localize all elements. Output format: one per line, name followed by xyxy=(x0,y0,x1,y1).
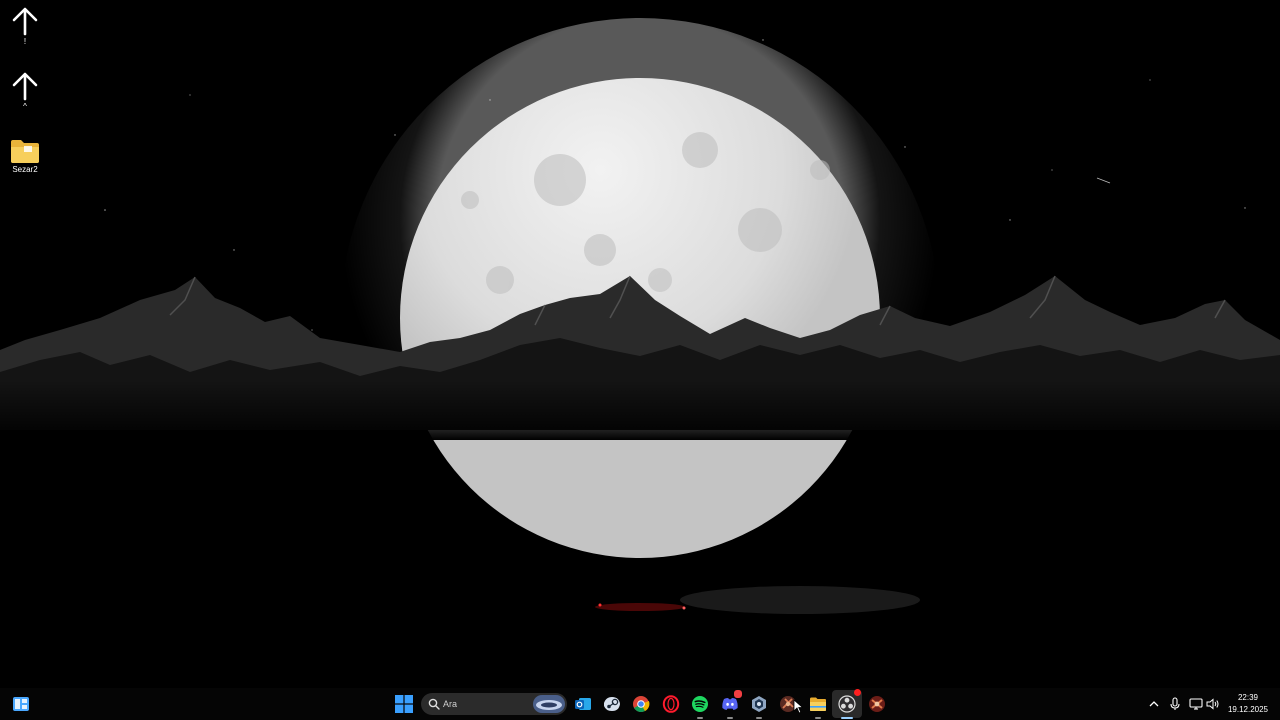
running-indicator xyxy=(756,717,762,719)
running-indicator xyxy=(697,717,703,719)
desktop-icon-label: Sezar2 xyxy=(12,165,38,174)
search-highlight-image[interactable] xyxy=(533,695,565,713)
outlook-icon xyxy=(575,698,591,710)
windows-logo-icon xyxy=(395,695,413,713)
start-button[interactable] xyxy=(392,692,416,716)
running-indicator xyxy=(815,717,821,719)
desktop-wallpaper xyxy=(0,0,1280,720)
taskbar-app-outlook[interactable] xyxy=(571,692,595,716)
taskbar-app-opera-gx[interactable] xyxy=(659,692,683,716)
microphone-icon xyxy=(1170,697,1180,710)
taskbar-app-game[interactable] xyxy=(865,692,889,716)
folder-icon xyxy=(11,140,39,163)
network-button[interactable] xyxy=(1188,696,1204,712)
mouse-cursor xyxy=(793,699,803,714)
game-icon xyxy=(869,696,885,712)
chevron-up-icon xyxy=(1149,701,1159,707)
file-explorer-icon xyxy=(810,697,826,711)
desktop-icon-label: ^ xyxy=(23,102,27,111)
chrome-icon xyxy=(633,696,650,713)
clock-date: 19.12.2025 xyxy=(1227,705,1269,714)
show-hidden-icons-button[interactable] xyxy=(1146,696,1162,712)
search-icon xyxy=(428,698,440,710)
system-clock[interactable]: 22:39 19.12.2025 xyxy=(1222,692,1274,716)
vpn-shield-icon xyxy=(752,696,766,712)
volume-button[interactable] xyxy=(1205,696,1221,712)
desktop-folder-sezar2[interactable]: Sezar2 xyxy=(4,138,46,175)
microphone-button[interactable] xyxy=(1167,696,1183,712)
taskbar-search[interactable] xyxy=(421,693,567,715)
speaker-icon xyxy=(1206,698,1219,710)
running-indicator xyxy=(727,717,733,719)
obs-studio-icon xyxy=(838,695,856,713)
spotify-icon xyxy=(692,696,708,712)
steam-icon xyxy=(604,697,620,711)
taskbar-app-file-explorer[interactable] xyxy=(806,692,830,719)
desktop-icon-label: ! xyxy=(23,37,27,46)
upload-arrow-icon xyxy=(12,7,38,36)
desktop-shortcut-1[interactable]: ! xyxy=(4,6,46,47)
taskbar-app-chrome[interactable] xyxy=(629,692,653,716)
search-highlight-icon xyxy=(533,695,565,713)
notification-badge xyxy=(733,689,743,699)
clock-time: 22:39 xyxy=(1237,693,1259,702)
upload-arrow-icon xyxy=(12,72,38,101)
taskbar-app-spotify[interactable] xyxy=(688,692,712,719)
desktop-shortcut-2[interactable]: ^ xyxy=(4,71,46,112)
widgets-icon xyxy=(13,697,29,711)
network-icon xyxy=(1189,698,1203,710)
taskbar-app-discord[interactable] xyxy=(718,689,743,719)
taskbar-app-steam[interactable] xyxy=(600,692,624,716)
opera-gx-icon xyxy=(662,695,680,713)
taskbar: 22:39 19.12.2025 xyxy=(0,688,1280,720)
widgets-button[interactable] xyxy=(9,692,33,716)
search-input[interactable] xyxy=(443,696,531,712)
running-indicator xyxy=(841,717,853,719)
taskbar-app-obs-studio[interactable] xyxy=(832,689,862,719)
recording-badge xyxy=(854,689,861,696)
taskbar-app-vpn[interactable] xyxy=(747,692,771,719)
